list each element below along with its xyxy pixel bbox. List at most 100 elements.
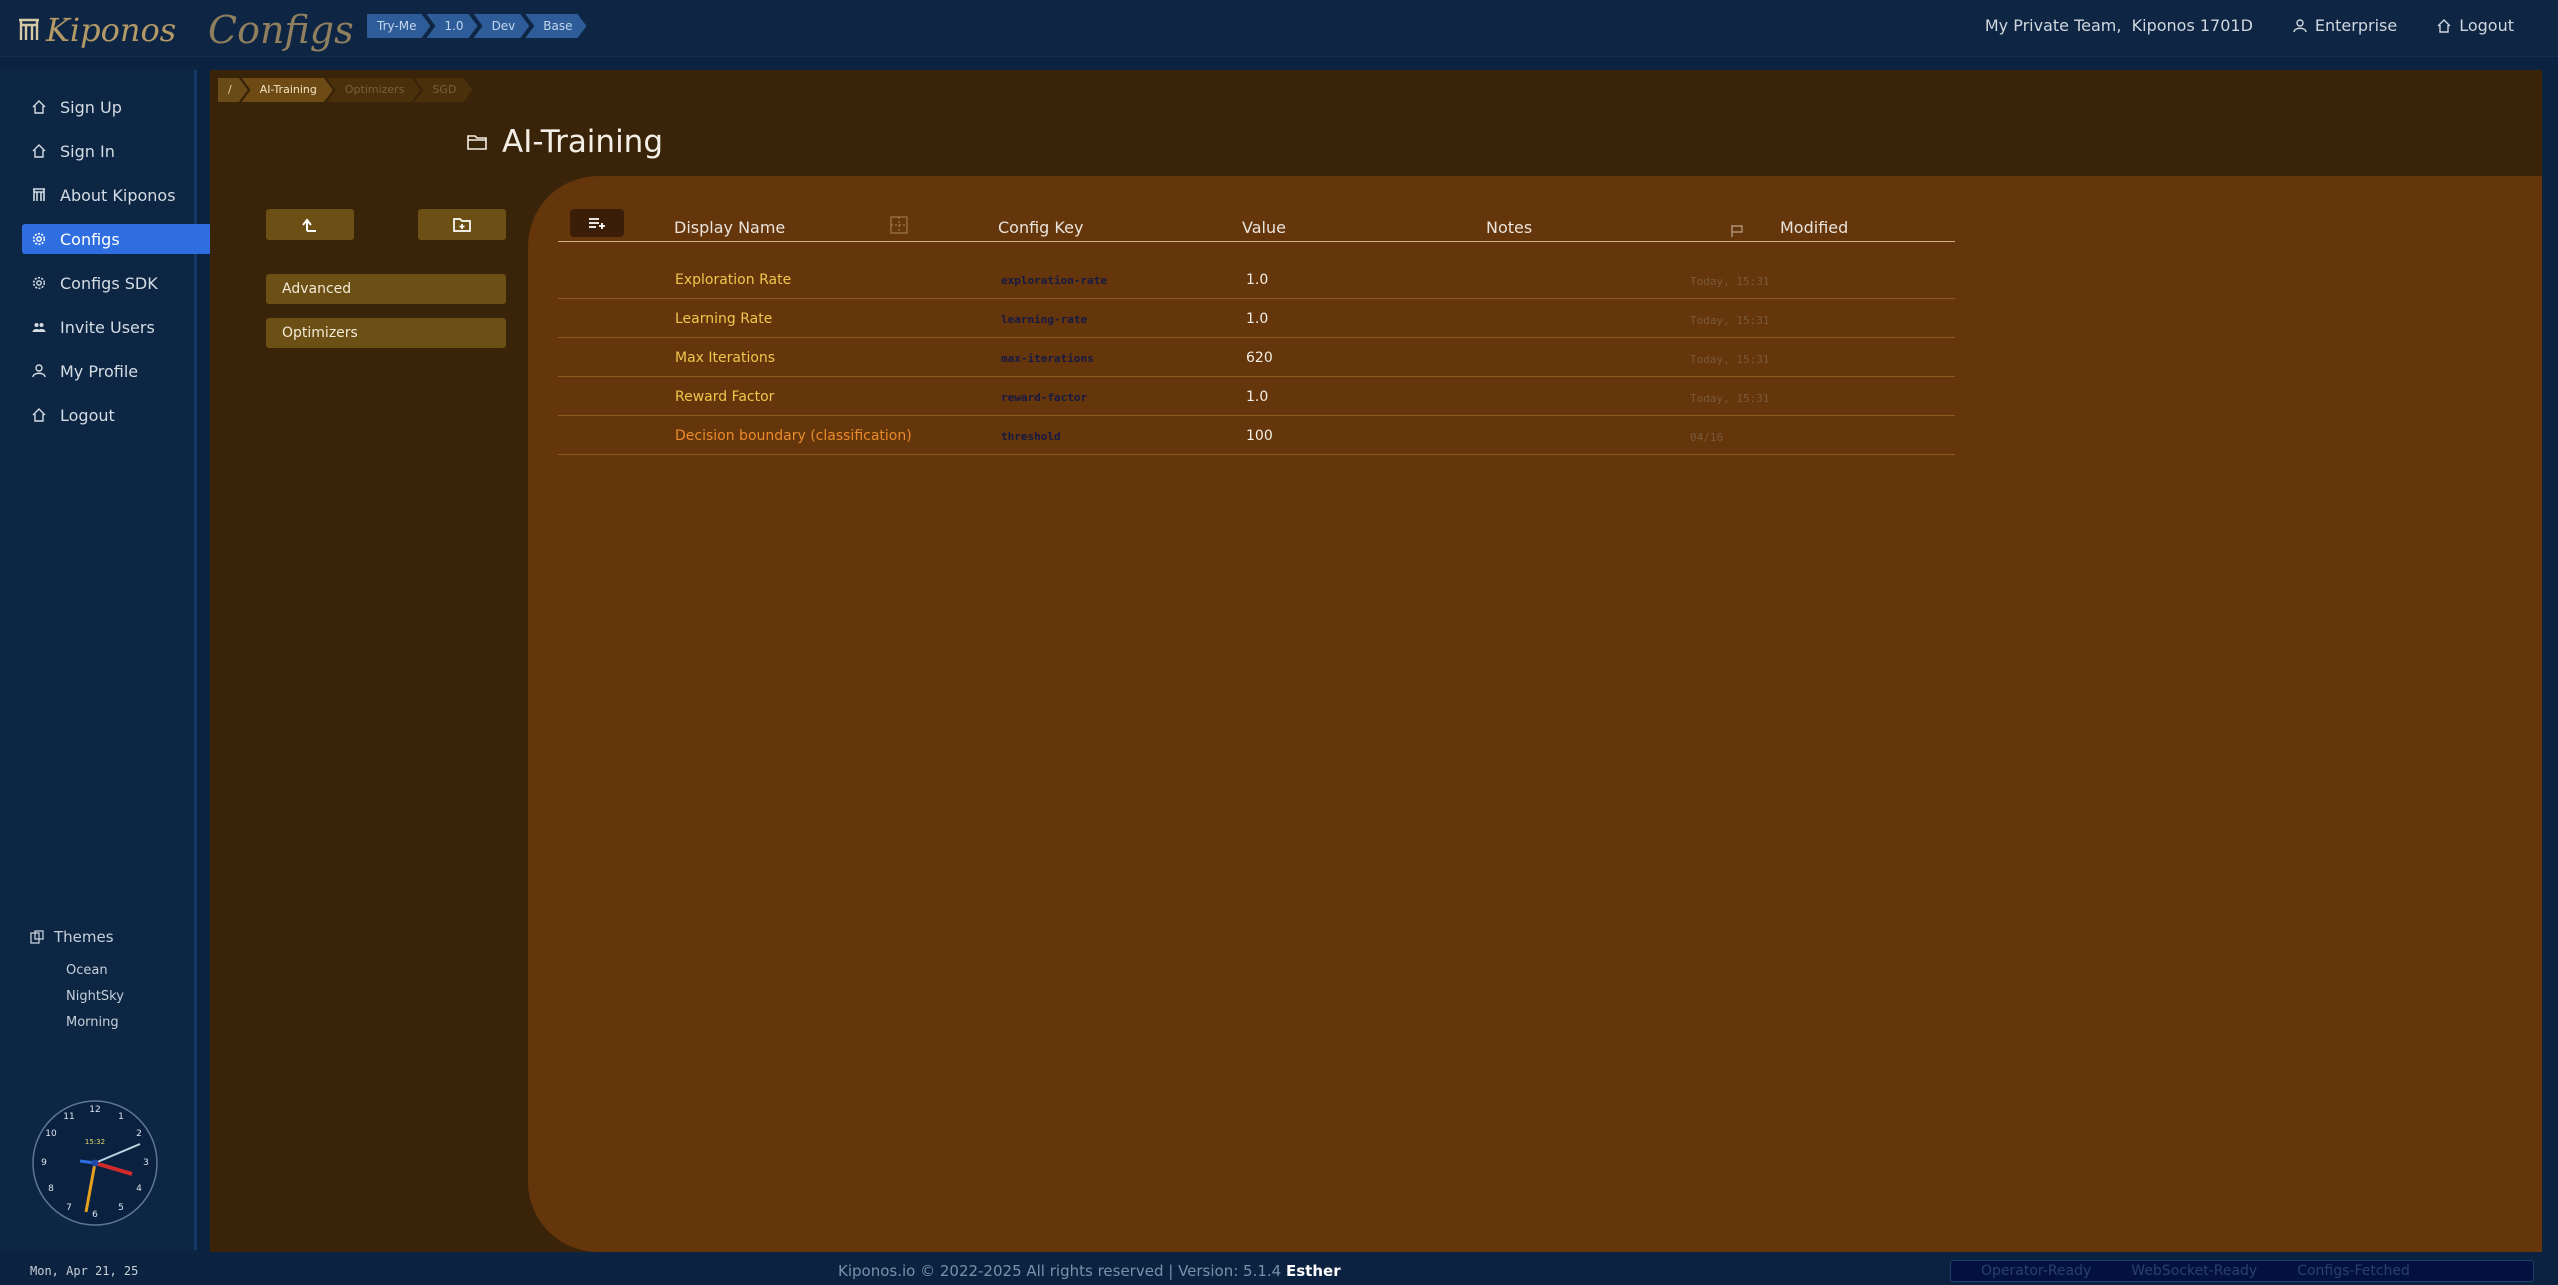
config-key: exploration-rate [1001,274,1107,287]
svg-text:5: 5 [118,1203,124,1213]
enterprise-link[interactable]: Enterprise [2293,16,2397,35]
column-header-value[interactable]: Value [1242,218,1286,237]
table-row[interactable]: Max Iterations max-iterations 620 Today,… [558,338,1955,377]
version-name: Esther [1286,1262,1341,1280]
sidebar-item-configs[interactable]: Configs [22,224,212,254]
config-display-name[interactable]: Decision boundary (classification) [675,428,912,444]
footer-date: Mon, Apr 21, 25 [30,1264,139,1278]
svg-text:10: 10 [45,1129,57,1139]
sidebar-item-label: Invite Users [60,317,155,337]
palette-icon [30,930,44,944]
env-chip-base[interactable]: Base [525,14,586,38]
arrow-up-icon [302,217,316,232]
home-icon [32,408,46,422]
config-modified: Today, 15:31 [1690,392,1770,405]
table-row[interactable]: Decision boundary (classification) thres… [558,416,1955,455]
folder-optimizers[interactable]: Optimizers [266,318,506,348]
env-chip-dev[interactable]: Dev [474,14,530,38]
status-websocket: WebSocket-Ready [2131,1263,2258,1279]
column-header-config-key[interactable]: Config Key [998,218,1083,237]
svg-text:9: 9 [41,1158,47,1168]
analog-clock: 1212 345 678 91011 15:32 [32,1100,158,1226]
app-title: Configs [208,8,354,52]
themes-header: Themes [30,928,114,946]
table-row[interactable]: Learning Rate learning-rate 1.0 Today, 1… [558,299,1955,338]
table-row[interactable]: Reward Factor reward-factor 1.0 Today, 1… [558,377,1955,416]
sidebar-item-about[interactable]: About Kiponos [22,180,212,210]
breadcrumb-ai-training[interactable]: AI-Training [242,78,333,102]
sidebar-item-label: About Kiponos [60,185,176,205]
breadcrumb-optimizers[interactable]: Optimizers [327,78,421,102]
column-header-notes[interactable]: Notes [1486,218,1532,237]
config-display-name[interactable]: Reward Factor [675,389,774,405]
folder-plus-icon [453,217,471,232]
config-value[interactable]: 1.0 [1246,389,1268,405]
sidebar-item-logout[interactable]: Logout [22,400,212,430]
config-display-name[interactable]: Learning Rate [675,311,772,327]
columns-icon[interactable] [890,216,908,234]
breadcrumb-root[interactable]: / [218,78,248,102]
logout-label: Logout [2459,16,2514,35]
breadcrumb-sgd[interactable]: SGD [414,78,472,102]
gear-icon [32,232,46,246]
svg-text:6: 6 [92,1210,98,1220]
folder-icon [467,135,487,150]
sidebar-item-label: Logout [60,405,115,425]
column-header-display-name[interactable]: Display Name [674,218,785,237]
config-display-name[interactable]: Exploration Rate [675,272,791,288]
env-chip-try-me[interactable]: Try-Me [367,14,430,38]
svg-text:8: 8 [48,1184,54,1194]
config-modified: Today, 15:31 [1690,275,1770,288]
sidebar-item-configs-sdk[interactable]: Configs SDK [22,268,212,298]
svg-text:12: 12 [89,1105,100,1115]
footer-copyright: Kiponos.io © 2022-2025 All rights reserv… [838,1262,1341,1280]
config-display-name[interactable]: Max Iterations [675,350,775,366]
enterprise-label: Enterprise [2314,16,2398,35]
sidebar-item-my-profile[interactable]: My Profile [22,356,212,386]
add-folder-button[interactable] [418,209,506,240]
sidebar-item-sign-in[interactable]: Sign In [22,136,212,166]
home-icon [32,100,46,114]
config-value[interactable]: 1.0 [1246,311,1268,327]
sidebar-item-label: Sign In [60,141,115,161]
config-key: learning-rate [1001,313,1088,326]
team-name[interactable]: My Private Team, Kiponos 1701D [1985,16,2253,35]
config-modified: 04/16 [1690,431,1724,444]
sidebar-item-invite-users[interactable]: Invite Users [22,312,212,342]
column-header-modified[interactable]: Modified [1780,218,1848,237]
home-icon [32,144,46,158]
env-chips: Try-Me 1.0 Dev Base [367,14,589,38]
theme-ocean[interactable]: Ocean [66,963,108,978]
top-right-menu: My Private Team, Kiponos 1701D Enterpris… [1985,16,2514,35]
users-icon [32,323,46,332]
footer: Mon, Apr 21, 25 Kiponos.io © 2022-2025 A… [0,1258,2558,1285]
config-value[interactable]: 1.0 [1246,272,1268,288]
sidebar: Sign Up Sign In About Kiponos Configs Co… [0,70,212,1250]
theme-nightsky[interactable]: NightSky [66,989,124,1004]
table-row[interactable]: Exploration Rate exploration-rate 1.0 To… [558,260,1955,299]
add-config-button[interactable] [570,209,624,237]
sidebar-item-label: Configs [60,229,120,249]
sidebar-item-sign-up[interactable]: Sign Up [22,92,212,122]
env-chip-version[interactable]: 1.0 [426,14,477,38]
config-key: threshold [1001,430,1061,443]
building-icon [33,188,45,201]
gear-icon [32,276,46,290]
logo[interactable]: Kiponos [18,10,176,50]
flag-icon[interactable] [1730,224,1744,238]
home-icon [2437,18,2451,33]
theme-morning[interactable]: Morning [66,1015,119,1030]
status-operator: Operator-Ready [1981,1263,2092,1279]
go-up-button[interactable] [266,209,354,240]
themes-label: Themes [54,928,114,946]
folder-advanced[interactable]: Advanced [266,274,506,304]
header-divider [558,241,1955,242]
config-value[interactable]: 620 [1246,350,1273,366]
page-header: AI-Training [466,124,663,160]
config-value[interactable]: 100 [1246,428,1273,444]
svg-text:1: 1 [118,1112,124,1122]
top-bar: Kiponos Configs Try-Me 1.0 Dev Base My P… [0,0,2558,57]
logout-link[interactable]: Logout [2437,16,2514,35]
sidebar-item-label: Configs SDK [60,273,158,293]
breadcrumb: / AI-Training Optimizers SGD [218,78,472,102]
